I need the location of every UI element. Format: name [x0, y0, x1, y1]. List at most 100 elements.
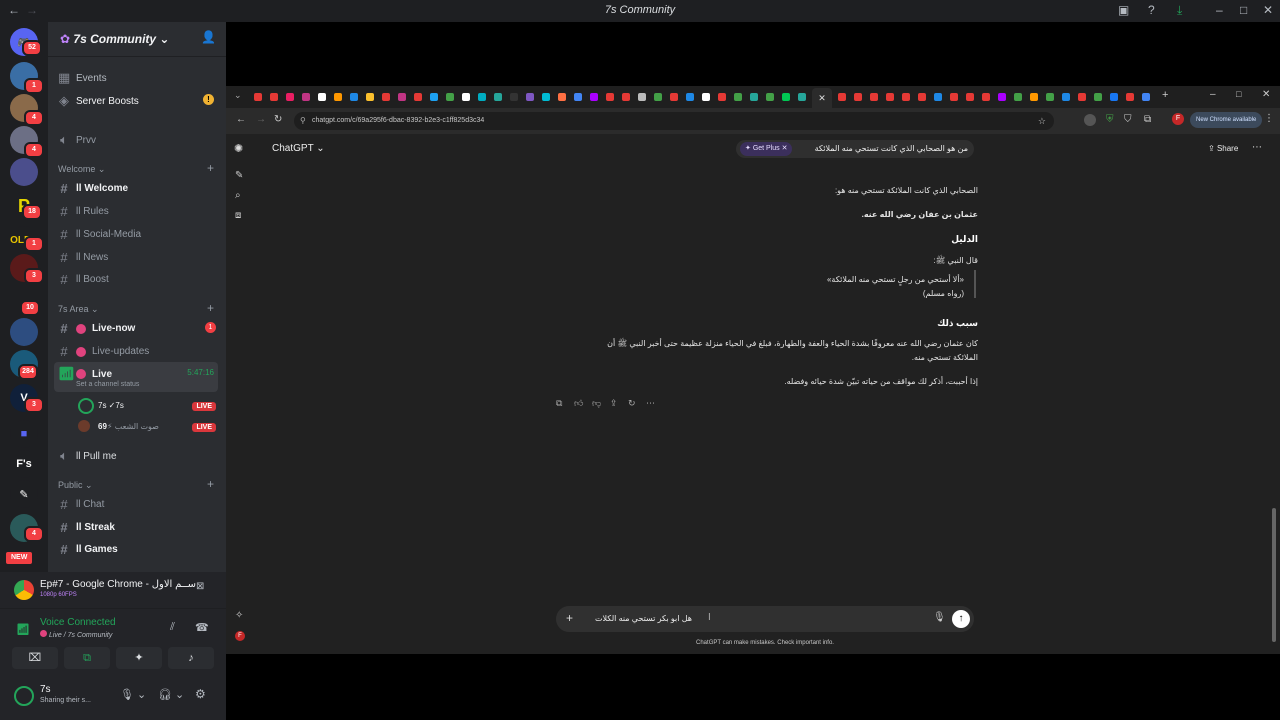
channel-social-media[interactable]: # ll Social-Media — [58, 227, 141, 242]
tab-favicon-icon[interactable] — [870, 93, 878, 101]
tab-favicon-icon[interactable] — [478, 93, 486, 101]
tab-favicon-icon[interactable] — [414, 93, 422, 101]
browser-maximize-icon[interactable]: □ — [1236, 89, 1241, 99]
tab-favicon-icon[interactable] — [1030, 93, 1038, 101]
stop-stream-icon[interactable]: ⊠ — [196, 581, 204, 592]
tab-favicon-icon[interactable] — [606, 93, 614, 101]
openai-logo-icon[interactable]: ✺ — [234, 142, 243, 155]
inbox-icon[interactable]: ▣ — [1118, 3, 1129, 17]
tab-favicon-icon[interactable] — [654, 93, 662, 101]
channel-streak[interactable]: # ll Streak — [58, 520, 115, 535]
tab-favicon-icon[interactable] — [766, 93, 774, 101]
tab-favicon-icon[interactable] — [782, 93, 790, 101]
more-icon[interactable]: ⋯ — [646, 398, 655, 409]
add-channel-icon[interactable]: + — [207, 477, 214, 491]
channel-live[interactable]: 📶︎ Live — [58, 366, 112, 382]
tab-favicon-icon[interactable] — [886, 93, 894, 101]
extension-icon[interactable] — [1084, 114, 1096, 126]
user-avatar[interactable]: F — [235, 631, 245, 641]
tab-favicon-icon[interactable] — [638, 93, 646, 101]
share-button[interactable]: ⇪ Share — [1208, 144, 1238, 153]
tab-favicon-icon[interactable] — [998, 93, 1006, 101]
new-chat-icon[interactable]: ✎ — [235, 170, 243, 181]
regenerate-icon[interactable]: ↻ — [628, 398, 636, 409]
library-icon[interactable]: ⧈ — [235, 210, 241, 221]
tab-favicon-icon[interactable] — [526, 93, 534, 101]
add-member-icon[interactable]: 👤 — [201, 30, 216, 44]
browser-close-icon[interactable]: ✕ — [1262, 89, 1270, 100]
avatar[interactable] — [14, 686, 34, 706]
tab-favicon-icon[interactable] — [622, 93, 630, 101]
copy-icon[interactable]: ⧉ — [556, 398, 562, 409]
server-name[interactable]: ✿ 7s Community ⌄ — [60, 32, 169, 46]
tab-favicon-icon[interactable] — [542, 93, 550, 101]
tab-favicon-icon[interactable] — [1078, 93, 1086, 101]
tab-favicon-icon[interactable] — [798, 93, 806, 101]
tab-favicon-icon[interactable] — [446, 93, 454, 101]
server-boosts-item[interactable]: ◈ Server Boosts — [58, 93, 139, 109]
channel-status-hint[interactable]: Set a channel status — [76, 381, 139, 388]
tab-favicon-icon[interactable] — [318, 93, 326, 101]
tab-favicon-icon[interactable] — [1094, 93, 1102, 101]
voice-user-name[interactable]: صوت الشعب ⚡69 — [98, 422, 159, 431]
tab-favicon-icon[interactable] — [1142, 93, 1150, 101]
tab-favicon-icon[interactable] — [734, 93, 742, 101]
events-item[interactable]: ▦ Events — [58, 70, 107, 86]
channel-pull-me[interactable]: 🔈︎ ll Pull me — [58, 448, 116, 464]
thumbs-down-icon[interactable]: 👎︎ — [592, 398, 601, 409]
tab-favicon-icon[interactable] — [1062, 93, 1070, 101]
shield-extension-icon[interactable]: ⛨ — [1106, 114, 1114, 125]
tab-favicon-icon[interactable] — [982, 93, 990, 101]
tab-favicon-icon[interactable] — [462, 93, 470, 101]
tab-favicon-icon[interactable] — [1046, 93, 1054, 101]
tab-favicon-icon[interactable] — [590, 93, 598, 101]
prvv-channel[interactable]: 🔈︎ Prvv — [58, 132, 96, 148]
category-welcome[interactable]: Welcome ⌄ — [58, 164, 105, 175]
channel-games[interactable]: # ll Games — [58, 542, 117, 557]
tab-favicon-icon[interactable] — [902, 93, 910, 101]
server-icon[interactable] — [10, 318, 38, 346]
download-icon[interactable]: ⤓ — [1177, 3, 1182, 18]
tab-favicon-icon[interactable] — [918, 93, 926, 101]
attach-plus-icon[interactable]: + — [566, 611, 573, 625]
user-name[interactable]: 7s — [40, 684, 51, 695]
close-icon[interactable]: ✕ — [1263, 3, 1273, 17]
minimize-icon[interactable]: – — [1216, 3, 1223, 17]
camera-button[interactable]: ⌧ — [12, 647, 58, 669]
tab-favicon-icon[interactable] — [382, 93, 390, 101]
tab-favicon-icon[interactable] — [398, 93, 406, 101]
category-7s-area[interactable]: 7s Area ⌄ — [58, 304, 99, 315]
chrome-menu-icon[interactable]: ⋮ — [1264, 113, 1274, 124]
channel-boost[interactable]: # ll Boost — [58, 272, 108, 287]
bookmark-star-icon[interactable]: ☆ — [1038, 112, 1046, 130]
screen-share-button[interactable]: ⧉ — [64, 647, 110, 669]
prompt-input[interactable]: هل ابو بكر تستحي منه الكلات — [595, 614, 692, 623]
folder-icon[interactable]: ■ — [10, 420, 38, 448]
scrollbar[interactable] — [1272, 508, 1276, 642]
tab-favicon-icon[interactable] — [854, 93, 862, 101]
tab-search-icon[interactable]: ⌄ — [234, 90, 242, 101]
send-button[interactable]: ↑ — [952, 610, 970, 628]
forward-icon[interactable]: → — [256, 114, 266, 125]
tab-favicon-icon[interactable] — [1014, 93, 1022, 101]
back-icon[interactable]: ← — [236, 114, 246, 125]
channel-live-now[interactable]: # Live-now — [58, 321, 135, 336]
tab-favicon-icon[interactable] — [494, 93, 502, 101]
tab-favicon-icon[interactable] — [430, 93, 438, 101]
thumbs-up-icon[interactable]: 👍︎ — [574, 398, 583, 409]
tab-favicon-icon[interactable] — [966, 93, 974, 101]
tab-favicon-icon[interactable] — [350, 93, 358, 101]
maximize-icon[interactable]: □ — [1240, 3, 1247, 17]
tab-favicon-icon[interactable] — [750, 93, 758, 101]
tab-favicon-icon[interactable] — [254, 93, 262, 101]
fs-server-icon[interactable]: F's — [10, 450, 38, 478]
channel-rules[interactable]: # ll Rules — [58, 204, 108, 219]
microphone-icon[interactable]: 🎙︎ ⌄ — [120, 688, 146, 701]
category-public[interactable]: Public ⌄ — [58, 480, 93, 491]
channel-welcome[interactable]: # ll Welcome — [58, 181, 128, 196]
tab-favicon-icon[interactable] — [366, 93, 374, 101]
soundboard-button[interactable]: ♪ — [168, 647, 214, 669]
help-icon[interactable]: ? — [1148, 3, 1155, 17]
voice-user-name[interactable]: 7s ✓7s — [98, 401, 124, 410]
server-icon[interactable]: ✎ — [10, 480, 38, 508]
